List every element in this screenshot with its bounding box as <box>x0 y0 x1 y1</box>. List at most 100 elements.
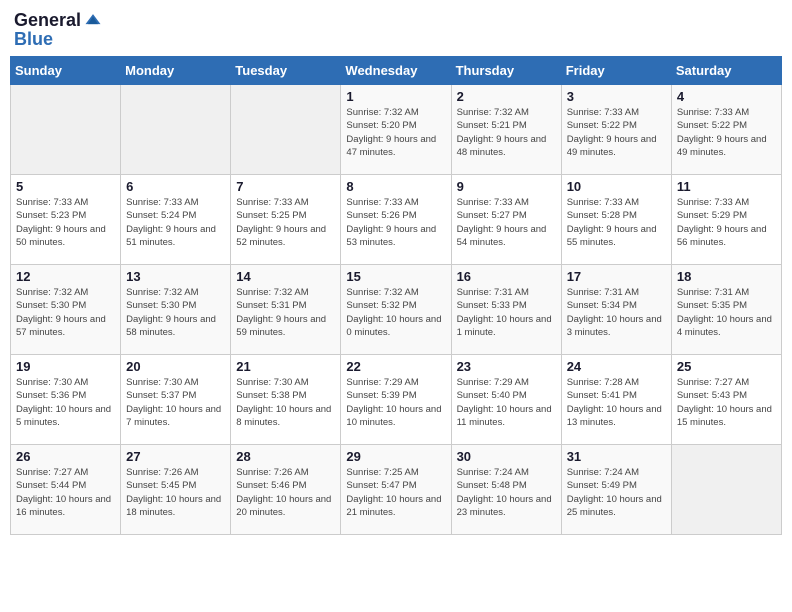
day-detail: Sunrise: 7:24 AM Sunset: 5:48 PM Dayligh… <box>457 466 556 519</box>
page-header: General Blue <box>10 10 782 48</box>
day-number: 14 <box>236 269 335 284</box>
day-detail: Sunrise: 7:31 AM Sunset: 5:35 PM Dayligh… <box>677 286 776 339</box>
day-detail: Sunrise: 7:32 AM Sunset: 5:30 PM Dayligh… <box>126 286 225 339</box>
day-detail: Sunrise: 7:32 AM Sunset: 5:32 PM Dayligh… <box>346 286 445 339</box>
calendar-cell: 15 Sunrise: 7:32 AM Sunset: 5:32 PM Dayli… <box>341 265 451 355</box>
day-detail: Sunrise: 7:29 AM Sunset: 5:40 PM Dayligh… <box>457 376 556 429</box>
logo: General Blue <box>14 10 103 48</box>
day-detail: Sunrise: 7:31 AM Sunset: 5:34 PM Dayligh… <box>567 286 666 339</box>
calendar-cell: 26 Sunrise: 7:27 AM Sunset: 5:44 PM Dayli… <box>11 445 121 535</box>
day-number: 19 <box>16 359 115 374</box>
day-number: 30 <box>457 449 556 464</box>
calendar-cell: 27Sunrise: 7:26 AM Sunset: 5:45 PM Dayli… <box>121 445 231 535</box>
day-number: 20 <box>126 359 225 374</box>
day-detail: Sunrise: 7:33 AM Sunset: 5:27 PM Dayligh… <box>457 196 556 249</box>
calendar-cell: 11 Sunrise: 7:33 AM Sunset: 5:29 PM Dayli… <box>671 175 781 265</box>
day-number: 4 <box>677 89 776 104</box>
calendar-cell: 28Sunrise: 7:26 AM Sunset: 5:46 PM Dayli… <box>231 445 341 535</box>
day-number: 2 <box>457 89 556 104</box>
weekday-header: Sunday <box>11 57 121 85</box>
day-detail: Sunrise: 7:32 AM Sunset: 5:21 PM Dayligh… <box>457 106 556 159</box>
day-detail: Sunrise: 7:33 AM Sunset: 5:25 PM Dayligh… <box>236 196 335 249</box>
calendar-cell: 14 Sunrise: 7:32 AM Sunset: 5:31 PM Dayli… <box>231 265 341 355</box>
calendar-cell: 17 Sunrise: 7:31 AM Sunset: 5:34 PM Dayli… <box>561 265 671 355</box>
day-number: 18 <box>677 269 776 284</box>
day-number: 9 <box>457 179 556 194</box>
calendar-cell: 2 Sunrise: 7:32 AM Sunset: 5:21 PM Daylig… <box>451 85 561 175</box>
day-number: 17 <box>567 269 666 284</box>
calendar-cell: 22 Sunrise: 7:29 AM Sunset: 5:39 PM Dayli… <box>341 355 451 445</box>
logo-icon <box>83 10 103 30</box>
day-detail: Sunrise: 7:30 AM Sunset: 5:38 PM Dayligh… <box>236 376 335 429</box>
day-detail: Sunrise: 7:33 AM Sunset: 5:28 PM Dayligh… <box>567 196 666 249</box>
calendar-cell: 24 Sunrise: 7:28 AM Sunset: 5:41 PM Dayli… <box>561 355 671 445</box>
day-detail: Sunrise: 7:26 AM Sunset: 5:45 PM Dayligh… <box>126 466 225 519</box>
calendar-cell: 4 Sunrise: 7:33 AM Sunset: 5:22 PM Daylig… <box>671 85 781 175</box>
calendar-cell <box>121 85 231 175</box>
day-detail: Sunrise: 7:32 AM Sunset: 5:31 PM Dayligh… <box>236 286 335 339</box>
weekday-header: Monday <box>121 57 231 85</box>
calendar-cell: 12 Sunrise: 7:32 AM Sunset: 5:30 PM Dayli… <box>11 265 121 355</box>
calendar-cell: 18 Sunrise: 7:31 AM Sunset: 5:35 PM Dayli… <box>671 265 781 355</box>
calendar-week-row: 5 Sunrise: 7:33 AM Sunset: 5:23 PM Daylig… <box>11 175 782 265</box>
day-detail: Sunrise: 7:29 AM Sunset: 5:39 PM Dayligh… <box>346 376 445 429</box>
day-detail: Sunrise: 7:25 AM Sunset: 5:47 PM Dayligh… <box>346 466 445 519</box>
calendar-cell: 5 Sunrise: 7:33 AM Sunset: 5:23 PM Daylig… <box>11 175 121 265</box>
day-detail: Sunrise: 7:30 AM Sunset: 5:37 PM Dayligh… <box>126 376 225 429</box>
day-number: 1 <box>346 89 445 104</box>
calendar-cell: 13 Sunrise: 7:32 AM Sunset: 5:30 PM Dayli… <box>121 265 231 355</box>
day-number: 5 <box>16 179 115 194</box>
calendar-cell: 7Sunrise: 7:33 AM Sunset: 5:25 PM Daylig… <box>231 175 341 265</box>
calendar-cell <box>11 85 121 175</box>
calendar-cell: 3 Sunrise: 7:33 AM Sunset: 5:22 PM Daylig… <box>561 85 671 175</box>
day-detail: Sunrise: 7:31 AM Sunset: 5:33 PM Dayligh… <box>457 286 556 339</box>
calendar-cell: 9 Sunrise: 7:33 AM Sunset: 5:27 PM Daylig… <box>451 175 561 265</box>
calendar-cell <box>671 445 781 535</box>
day-number: 31 <box>567 449 666 464</box>
day-number: 16 <box>457 269 556 284</box>
day-detail: Sunrise: 7:33 AM Sunset: 5:22 PM Dayligh… <box>677 106 776 159</box>
day-number: 11 <box>677 179 776 194</box>
calendar-week-row: 19Sunrise: 7:30 AM Sunset: 5:36 PM Dayli… <box>11 355 782 445</box>
day-number: 24 <box>567 359 666 374</box>
day-number: 15 <box>346 269 445 284</box>
day-detail: Sunrise: 7:33 AM Sunset: 5:29 PM Dayligh… <box>677 196 776 249</box>
day-number: 12 <box>16 269 115 284</box>
day-number: 25 <box>677 359 776 374</box>
calendar-cell: 29Sunrise: 7:25 AM Sunset: 5:47 PM Dayli… <box>341 445 451 535</box>
day-detail: Sunrise: 7:32 AM Sunset: 5:30 PM Dayligh… <box>16 286 115 339</box>
day-number: 21 <box>236 359 335 374</box>
day-detail: Sunrise: 7:33 AM Sunset: 5:23 PM Dayligh… <box>16 196 115 249</box>
day-detail: Sunrise: 7:27 AM Sunset: 5:43 PM Dayligh… <box>677 376 776 429</box>
logo-text: General <box>14 11 81 29</box>
day-detail: Sunrise: 7:27 AM Sunset: 5:44 PM Dayligh… <box>16 466 115 519</box>
weekday-header-row: SundayMondayTuesdayWednesdayThursdayFrid… <box>11 57 782 85</box>
day-detail: Sunrise: 7:33 AM Sunset: 5:22 PM Dayligh… <box>567 106 666 159</box>
calendar-table: SundayMondayTuesdayWednesdayThursdayFrid… <box>10 56 782 535</box>
calendar-cell: 20 Sunrise: 7:30 AM Sunset: 5:37 PM Dayli… <box>121 355 231 445</box>
calendar-cell: 31 Sunrise: 7:24 AM Sunset: 5:49 PM Dayli… <box>561 445 671 535</box>
calendar-cell: 16 Sunrise: 7:31 AM Sunset: 5:33 PM Dayli… <box>451 265 561 355</box>
calendar-cell: 1 Sunrise: 7:32 AM Sunset: 5:20 PM Daylig… <box>341 85 451 175</box>
day-detail: Sunrise: 7:28 AM Sunset: 5:41 PM Dayligh… <box>567 376 666 429</box>
day-number: 26 <box>16 449 115 464</box>
day-number: 13 <box>126 269 225 284</box>
day-number: 22 <box>346 359 445 374</box>
calendar-cell: 10Sunrise: 7:33 AM Sunset: 5:28 PM Dayli… <box>561 175 671 265</box>
day-detail: Sunrise: 7:32 AM Sunset: 5:20 PM Dayligh… <box>346 106 445 159</box>
day-number: 6 <box>126 179 225 194</box>
calendar-week-row: 26 Sunrise: 7:27 AM Sunset: 5:44 PM Dayli… <box>11 445 782 535</box>
calendar-cell <box>231 85 341 175</box>
weekday-header: Friday <box>561 57 671 85</box>
day-number: 3 <box>567 89 666 104</box>
calendar-cell: 6Sunrise: 7:33 AM Sunset: 5:24 PM Daylig… <box>121 175 231 265</box>
weekday-header: Thursday <box>451 57 561 85</box>
day-detail: Sunrise: 7:24 AM Sunset: 5:49 PM Dayligh… <box>567 466 666 519</box>
day-detail: Sunrise: 7:33 AM Sunset: 5:26 PM Dayligh… <box>346 196 445 249</box>
weekday-header: Tuesday <box>231 57 341 85</box>
calendar-cell: 30 Sunrise: 7:24 AM Sunset: 5:48 PM Dayli… <box>451 445 561 535</box>
logo-blue-text: Blue <box>14 30 103 48</box>
weekday-header: Wednesday <box>341 57 451 85</box>
calendar-week-row: 12 Sunrise: 7:32 AM Sunset: 5:30 PM Dayli… <box>11 265 782 355</box>
day-number: 28 <box>236 449 335 464</box>
